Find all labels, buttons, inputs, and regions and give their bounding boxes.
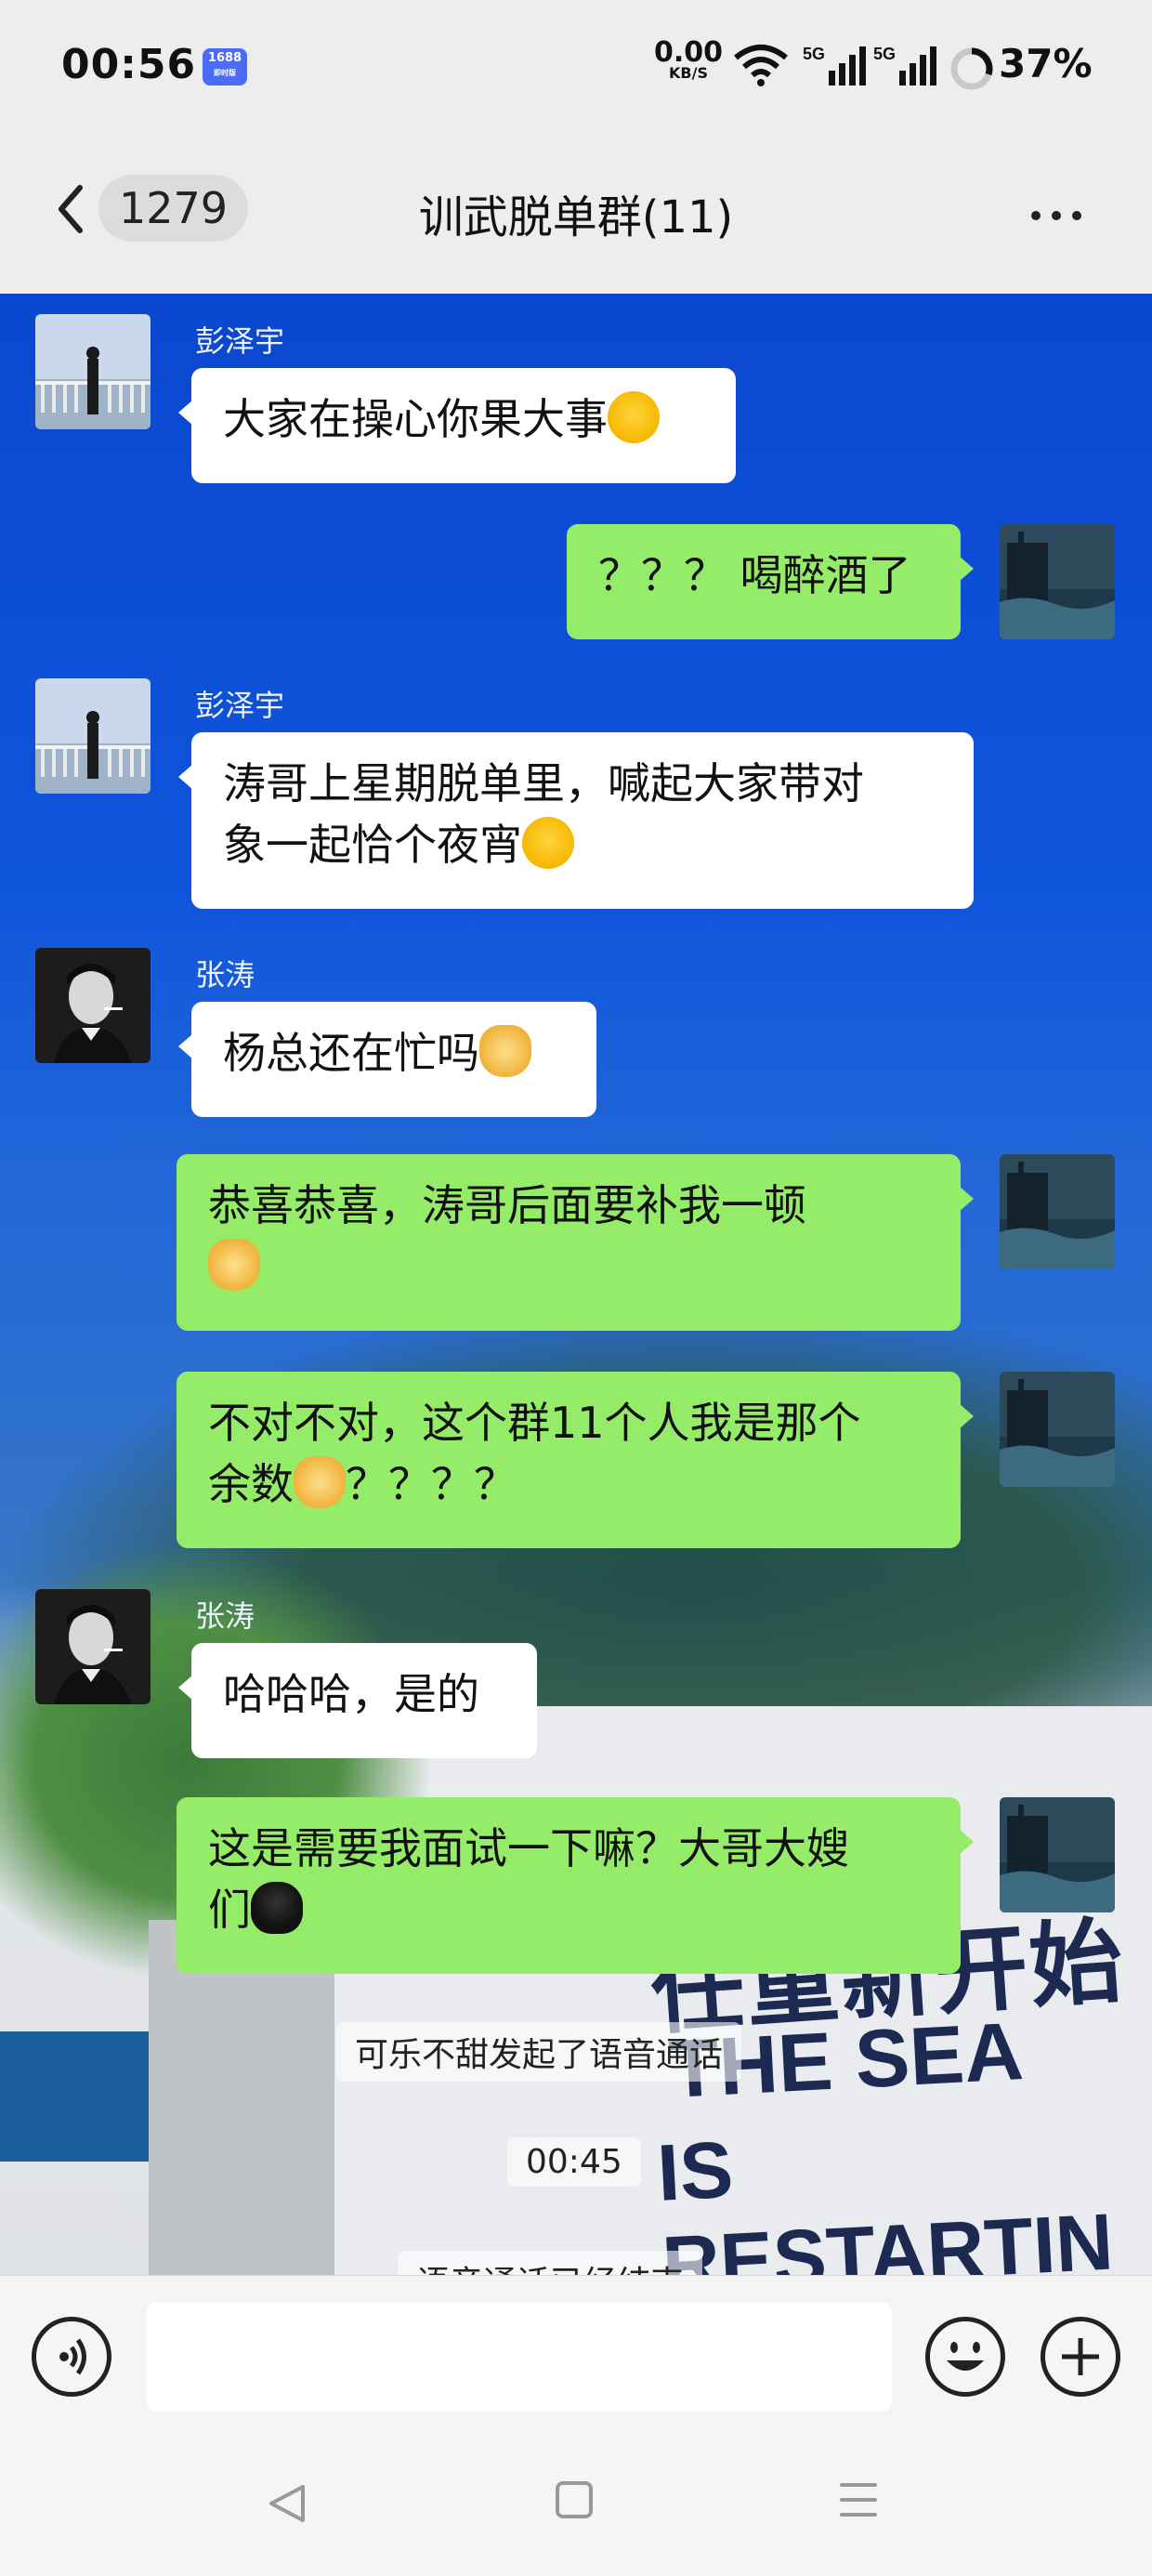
message-text: 杨总还在忙吗 xyxy=(223,1028,479,1078)
message-bubble[interactable]: 涛哥上星期脱单里，喊起大家带对 象一起恰个夜宵 xyxy=(178,732,974,909)
network-speed: 0.00 KB/S xyxy=(654,39,723,82)
signal2-label: 5G xyxy=(873,45,896,63)
message-text-line2b: ？？？？ xyxy=(346,1459,517,1509)
chat-title: 训武脱单群(11) xyxy=(418,191,734,243)
more-actions-button[interactable] xyxy=(1041,2317,1120,2397)
avatar-self[interactable] xyxy=(1000,1154,1115,1269)
avatar-pengzeyu[interactable] xyxy=(35,678,151,794)
plus-icon xyxy=(1062,2338,1099,2375)
doge-glasses-emoji-icon xyxy=(294,1456,346,1508)
message-bubble-self[interactable]: 不对不对，这个群11个人我是那个 余数 ？？？？ xyxy=(177,1372,974,1548)
wifi-icon xyxy=(734,45,788,86)
avatar-self[interactable] xyxy=(1000,1372,1115,1487)
status-bar: 00:56 1688 即时版 0.00 KB/S 5G 5G 37% xyxy=(0,0,1152,139)
nav-menu-icon[interactable] xyxy=(840,2483,877,2528)
chat-header: 1279 训武脱单群(11) xyxy=(0,139,1152,294)
message-text: ？？？ 喝醉酒了 xyxy=(598,550,911,600)
message-text-line1: 这是需要我面试一下嘛？大哥大嫂 xyxy=(208,1823,849,1873)
avatar-zhangtao[interactable] xyxy=(35,948,151,1063)
sender-name: 张涛 xyxy=(195,1598,255,1634)
system-message-call-ended: 语音通话已经结束 xyxy=(398,2251,703,2275)
avatar-self[interactable] xyxy=(1000,1797,1115,1912)
app-badge-sublabel: 即时版 xyxy=(214,69,236,77)
app-notification-icon: 1688 即时版 xyxy=(203,48,247,85)
message-bubble[interactable]: 大家在操心你果大事 xyxy=(178,368,736,483)
signal-5g-icon: 5G xyxy=(803,43,868,91)
avatar-self[interactable] xyxy=(1000,524,1115,639)
message-input[interactable] xyxy=(147,2302,892,2412)
message-bubble[interactable]: 杨总还在忙吗 xyxy=(178,1002,596,1117)
laugh-roll-emoji-icon xyxy=(522,817,574,869)
message-text-line1: 恭喜恭喜，涛哥后面要补我一顿 xyxy=(208,1180,806,1230)
message-text-line2: 象一起恰个夜宵 xyxy=(223,820,522,870)
message-text-line2: 们 xyxy=(208,1885,251,1935)
nav-back-icon[interactable] xyxy=(266,2481,310,2526)
message-list[interactable]: 任重新开始 THE SEA IS RESTARTIN 彭泽宇 大家在操心你果大事… xyxy=(0,294,1152,2275)
message-bubble-self[interactable]: ？？？ 喝醉酒了 xyxy=(567,524,974,639)
message-bubble-self[interactable]: 恭喜恭喜，涛哥后面要补我一顿 xyxy=(177,1154,974,1331)
laugh-cry-emoji-icon xyxy=(608,391,660,443)
nav-home-icon[interactable] xyxy=(556,2481,593,2518)
voice-input-button[interactable] xyxy=(32,2317,111,2397)
app-badge-label: 1688 xyxy=(207,51,242,65)
status-time: 00:56 xyxy=(61,41,197,88)
signal1-label: 5G xyxy=(803,45,825,63)
more-options-icon[interactable] xyxy=(1031,206,1093,224)
message-bubble-self[interactable]: 这是需要我面试一下嘛？大哥大嫂 们 xyxy=(177,1797,974,1974)
avatar-pengzeyu[interactable] xyxy=(35,314,151,429)
system-message-call-started: 可乐不甜发起了语音通话 xyxy=(336,2022,742,2082)
battery-icon xyxy=(950,47,993,90)
sender-name: 张涛 xyxy=(195,957,255,992)
sender-name: 彭泽宇 xyxy=(195,323,285,359)
battery-percent: 37% xyxy=(999,41,1093,86)
message-text-line1: 不对不对，这个群11个人我是那个 xyxy=(208,1398,861,1448)
message-text: 大家在操心你果大事 xyxy=(223,394,608,444)
message-bubble[interactable]: 哈哈哈，是的 xyxy=(178,1643,537,1758)
system-nav-bar xyxy=(0,2433,1152,2576)
input-bar xyxy=(0,2275,1152,2433)
emoji-button[interactable] xyxy=(925,2317,1005,2397)
system-message-call-duration: 00:45 xyxy=(507,2137,641,2187)
doge-emoji-icon xyxy=(208,1239,260,1291)
sender-name: 彭泽宇 xyxy=(195,688,285,723)
voice-icon xyxy=(59,2338,86,2375)
avatar-zhangtao[interactable] xyxy=(35,1589,151,1704)
background-sign-text-3: IS RESTARTIN xyxy=(655,2124,1116,2275)
message-text-line1: 涛哥上星期脱单里，喊起大家带对 xyxy=(223,758,864,808)
message-text: 哈哈哈，是的 xyxy=(223,1669,479,1719)
message-text-line2a: 余数 xyxy=(208,1459,294,1509)
qq-penguin-emoji-icon xyxy=(251,1882,303,1934)
signal-5g-icon-2: 5G xyxy=(873,43,938,91)
doge-emoji-icon xyxy=(479,1025,531,1077)
smiley-icon xyxy=(947,2342,984,2371)
